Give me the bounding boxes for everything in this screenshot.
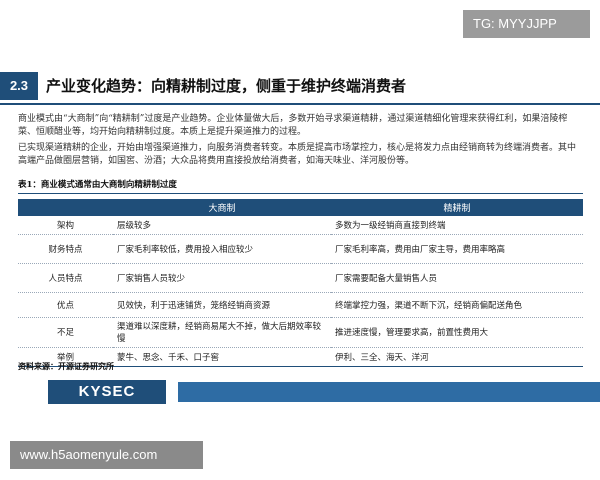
- paragraph-1: 商业模式由“大商制”向“精耕制”过度是产业趋势。企业体量做大后，多数开始寻求渠道…: [18, 114, 568, 137]
- section-header: 2.3 产业变化趋势：向精耕制过度，侧重于维护终端消费者: [0, 72, 600, 100]
- table-title: 表1：商业模式通常由大商制向精耕制过度: [18, 180, 177, 190]
- table-row: 架构 层级较多 多数为一级经销商直接到终端: [18, 216, 583, 235]
- cell-jinggengzhi: 推进速度慢，管理要求高，前置性费用大: [331, 317, 583, 348]
- cell-jinggengzhi: 厂家毛利率高，费用由厂家主导，费用率略高: [331, 234, 583, 264]
- kysec-logo: KYSEC: [78, 383, 136, 400]
- table-header-dashangzhi: 大商制: [113, 199, 331, 216]
- cell-dashangzhi: 蒙牛、思念、千禾、口子窖: [113, 347, 331, 367]
- table-row: 不足 渠道难以深度耕，经销商易尾大不掉，做大后期效率较慢 推进速度慢，管理要求高…: [18, 317, 583, 348]
- row-label: 不足: [18, 317, 113, 348]
- comparison-table: 大商制 精耕制 架构 层级较多 多数为一级经销商直接到终端 财务特点 厂家毛利率…: [18, 199, 583, 367]
- paragraph-2: 已实现渠道精耕的企业，开始由增强渠道推力，向服务消费者转变。本质是提高市场掌控力…: [18, 143, 577, 166]
- cell-jinggengzhi: 多数为一级经销商直接到终端: [331, 216, 583, 235]
- cell-jinggengzhi: 终端掌控力强，渠道不断下沉，经销商偏配送角色: [331, 292, 583, 318]
- channel-badge: TG: MYYJJPP: [463, 10, 590, 38]
- table-header-label: [18, 199, 113, 216]
- table-row: 优点 见效快，利于迅速铺货，笼络经销商资源 终端掌控力强，渠道不断下沉，经销商偏…: [18, 292, 583, 318]
- section-number: 2.3: [0, 72, 38, 100]
- row-label: 优点: [18, 292, 113, 318]
- section-title: 产业变化趋势：向精耕制过度，侧重于维护终端消费者: [46, 77, 407, 95]
- row-label: 人员特点: [18, 263, 113, 293]
- cell-dashangzhi: 厂家销售人员较少: [113, 263, 331, 293]
- cell-dashangzhi: 见效快，利于迅速铺货，笼络经销商资源: [113, 292, 331, 318]
- table-row: 财务特点 厂家毛利率较低，费用投入相应较少 厂家毛利率高，费用由厂家主导，费用率…: [18, 234, 583, 264]
- table-title-divider: [18, 193, 583, 194]
- table-row: 人员特点 厂家销售人员较少 厂家需要配备大量销售人员: [18, 263, 583, 293]
- footer-bar: KYSEC: [0, 380, 600, 404]
- cell-dashangzhi: 厂家毛利率较低，费用投入相应较少: [113, 234, 331, 264]
- table-header-jinggengzhi: 精耕制: [331, 199, 583, 216]
- source-note: 资料来源：开源证券研究所: [18, 361, 114, 371]
- cell-dashangzhi: 层级较多: [113, 216, 331, 235]
- cell-jinggengzhi: 厂家需要配备大量销售人员: [331, 263, 583, 293]
- row-label: 架构: [18, 216, 113, 235]
- row-label: 财务特点: [18, 234, 113, 264]
- cell-jinggengzhi: 伊利、三全、海天、洋河: [331, 347, 583, 367]
- watermark-url: www.h5aomenyule.com: [10, 441, 203, 469]
- section-divider: [0, 103, 600, 105]
- footer-stripe: [178, 382, 600, 402]
- table-header-row: 大商制 精耕制: [18, 199, 583, 216]
- cell-dashangzhi: 渠道难以深度耕，经销商易尾大不掉，做大后期效率较慢: [113, 317, 331, 348]
